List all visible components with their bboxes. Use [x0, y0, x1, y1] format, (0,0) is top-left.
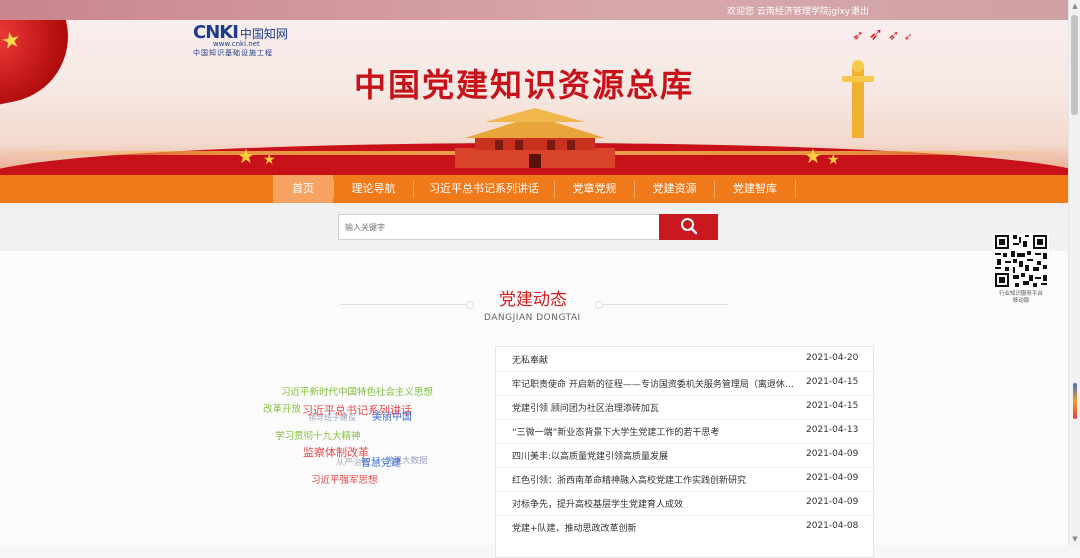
title-divider-left	[340, 304, 470, 305]
news-row[interactable]: 党建引领 顾问团为社区治理添砖加瓦 2021-04-15	[496, 395, 873, 420]
news-date: 2021-04-09	[806, 473, 859, 483]
news-title[interactable]: 牢记职责使命 开启新的征程——专访国资委机关服务管理局（离退休干部局）	[512, 377, 794, 390]
news-date: 2021-04-09	[806, 449, 859, 459]
star-icon: ★	[237, 144, 255, 168]
news-row[interactable]: 对标争先，提升高校基层学生党建育人成效 2021-04-09	[496, 491, 873, 516]
nav-divider	[795, 180, 796, 198]
cnki-logo[interactable]: CNKI 中国知网 www.cnki.net 中国知识基础设施工程	[193, 22, 288, 58]
news-date: 2021-04-20	[806, 353, 859, 363]
logo-subtitle: 中国知识基础设施工程	[193, 49, 273, 57]
nav-item-think-tank[interactable]: 党建智库	[715, 175, 795, 203]
scrollbar-thumb[interactable]	[1071, 15, 1078, 115]
qr-caption-line: 行业知识服务平台	[998, 291, 1043, 297]
title-divider-right	[603, 304, 728, 305]
news-date: 2021-04-13	[806, 425, 859, 435]
news-title[interactable]: 四川美丰:以高质量党建引领高质量发展	[512, 449, 794, 462]
scroll-indicator	[1073, 383, 1077, 419]
tag-item[interactable]: 改革开放	[263, 401, 301, 415]
news-title[interactable]: 对标争先，提升高校基层学生党建育人成效	[512, 497, 794, 510]
dove-icons: ➶ ➶ ➶ ➶	[852, 24, 912, 45]
nav-item-home[interactable]: 首页	[273, 175, 333, 203]
title-dot-left	[466, 301, 474, 309]
qr-caption: 行业知识服务平台 移动版	[993, 291, 1049, 305]
welcome-text: 欢迎您 云南经济管理学院jglxy ！	[727, 7, 863, 17]
section-subtitle: DANGJIAN DONGTAI	[484, 313, 581, 323]
main-content: 党建动态 DANGJIAN DONGTAI 习近平新时代中国特色社会主义思想 改…	[0, 251, 1068, 558]
news-title[interactable]: 党建+队建，推动思政改革创新	[512, 521, 794, 534]
news-row[interactable]: 牢记职责使命 开启新的征程——专访国资委机关服务管理局（离退休干部局） 2021…	[496, 371, 873, 396]
tiananmen-gate-illustration	[455, 108, 615, 168]
news-title[interactable]: 无私奉献	[512, 353, 794, 366]
star-icon: ★	[827, 152, 840, 168]
news-row[interactable]: 无私奉献 2021-04-20	[496, 347, 873, 372]
top-bar: 欢迎您 云南经济管理学院jglxy ！ 退出	[0, 0, 1068, 20]
section-title: 党建动态	[499, 290, 567, 310]
dove-icon: ➶	[852, 28, 864, 44]
qr-caption-line: 移动版	[1012, 298, 1030, 304]
news-title[interactable]: 党建引领 顾问团为社区治理添砖加瓦	[512, 401, 794, 414]
qr-code-icon	[993, 233, 1049, 289]
search-button[interactable]	[659, 214, 718, 240]
title-dot-right	[595, 301, 603, 309]
tag-item[interactable]: 美丽中国	[372, 408, 412, 423]
red-flag-decoration: ★	[0, 20, 81, 111]
main-nav: 首页 理论导航 习近平总书记系列讲话 党章党规 党建资源 党建智库	[0, 175, 1068, 204]
star-icon: ★	[263, 152, 276, 168]
nav-item-xi-speeches[interactable]: 习近平总书记系列讲话	[414, 175, 554, 203]
nav-item-resources[interactable]: 党建资源	[635, 175, 714, 203]
news-date: 2021-04-08	[806, 521, 859, 531]
tag-item[interactable]: 学习贯彻十九大精神	[275, 428, 361, 442]
news-date: 2021-04-09	[806, 497, 859, 507]
nav-item-party-rules[interactable]: 党章党规	[555, 175, 634, 203]
page-scrollbar[interactable]: ▲ ▼	[1068, 0, 1080, 545]
news-list: 无私奉献 2021-04-20 牢记职责使命 开启新的征程——专访国资委机关服务…	[495, 346, 874, 558]
qr-code-panel[interactable]: 行业知识服务平台 移动版	[993, 233, 1049, 321]
scroll-up-arrow-icon[interactable]: ▲	[1071, 2, 1079, 10]
tag-item[interactable]: 习近平强军思想	[311, 472, 378, 486]
news-row[interactable]: “三微一端”新业态背景下大学生党建工作的若干思考 2021-04-13	[496, 419, 873, 444]
logo-url: www.cnki.net	[213, 40, 260, 48]
star-icon: ★	[804, 144, 822, 168]
dove-icon: ➶	[887, 28, 900, 44]
news-date: 2021-04-15	[806, 377, 859, 387]
nav-item-theory[interactable]: 理论导航	[334, 175, 413, 203]
news-date: 2021-04-15	[806, 401, 859, 411]
search-area	[0, 203, 1068, 251]
dove-icon: ➶	[868, 24, 884, 45]
news-row[interactable]: 四川美丰:以高质量党建引领高质量发展 2021-04-09	[496, 443, 873, 468]
news-row[interactable]: 党建+队建，推动思政改革创新 2021-04-08	[496, 515, 873, 539]
banner-title: 中国党建知识资源总库	[354, 66, 695, 104]
tag-item[interactable]: 习近平新时代中国特色社会主义思想	[281, 384, 433, 398]
huabiao-pillar-illustration	[842, 60, 874, 138]
news-title[interactable]: 红色引领：浙西南革命精神融入高校党建工作实践创新研究	[512, 473, 794, 486]
news-row[interactable]: 红色引领：浙西南革命精神融入高校党建工作实践创新研究 2021-04-09	[496, 467, 873, 492]
tag-item[interactable]: 智慧党建	[361, 454, 401, 469]
logout-link[interactable]: 退出	[851, 4, 869, 17]
scroll-down-arrow-icon[interactable]: ▼	[1071, 535, 1079, 543]
logo-cn-text: 中国知网	[239, 27, 288, 41]
dove-icon: ➶	[903, 32, 913, 43]
search-icon	[680, 217, 697, 234]
news-title[interactable]: “三微一端”新业态背景下大学生党建工作的若干思考	[512, 425, 794, 438]
header-banner: ★ ★ ★ ★ ★ CNKI 中国知网 www.cnki.net 中国知识基础设施…	[0, 20, 1068, 175]
search-input[interactable]	[338, 214, 664, 240]
